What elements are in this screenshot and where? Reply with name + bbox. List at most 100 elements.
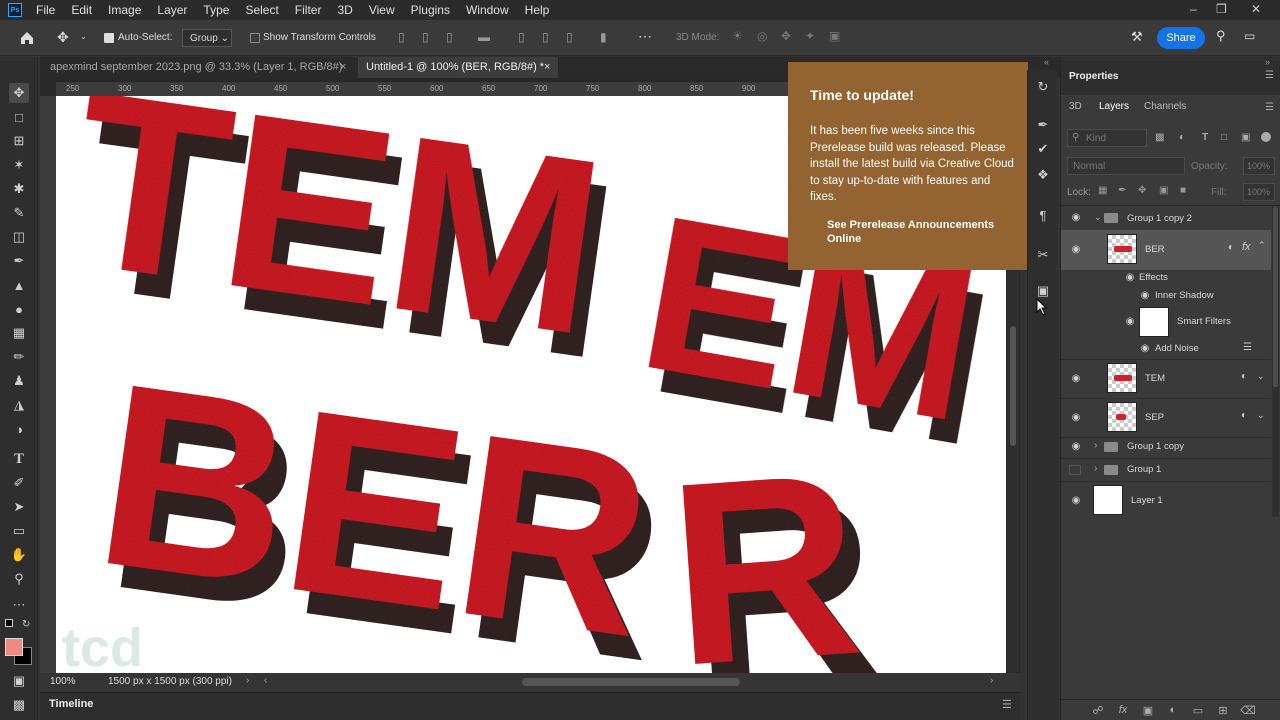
lock-transparent-icon[interactable]: ▦ (1098, 185, 1107, 196)
3d-scale-icon[interactable]: ▣ (829, 29, 840, 43)
tab-channels[interactable]: Channels (1144, 96, 1186, 118)
tab-apexmind[interactable]: apexmind september 2023.png @ 33.3% (Lay… (42, 57, 357, 78)
quick-mask-icon[interactable]: ▣ (9, 671, 29, 691)
adjust-icon[interactable]: ✔ (1034, 140, 1052, 158)
pen-tool-icon[interactable]: ✐ (9, 473, 29, 493)
align-right-icon[interactable]: ▯ (446, 30, 453, 44)
clone-source-icon[interactable]: ❖ (1034, 166, 1052, 184)
more-options-icon[interactable]: ⋯ (638, 28, 652, 45)
stamp-tool-icon[interactable]: ♟ (9, 371, 29, 391)
fx-icon[interactable]: fx (1116, 703, 1130, 717)
type-tool-icon[interactable]: T (9, 449, 29, 469)
workspace-icon[interactable]: ▭ (1244, 29, 1255, 43)
tab-layers[interactable]: Layers (1093, 96, 1135, 118)
more-tools-icon[interactable]: ⋯ (9, 595, 29, 615)
collapse-strip-icon[interactable]: « (1044, 57, 1049, 67)
distribute-icon[interactable]: ▬ (478, 30, 490, 44)
flask-icon[interactable]: ⚒ (1131, 29, 1143, 45)
chevron-down-icon[interactable]: ⌄ (1257, 371, 1265, 382)
align-bottom-icon[interactable]: ▯ (566, 30, 573, 44)
filter-adjustment-icon[interactable]: ◐ (1179, 132, 1185, 143)
chevron-down-icon[interactable]: ⌄ (80, 32, 87, 41)
auto-select-checkbox[interactable] (104, 33, 114, 43)
visibility-eye-icon[interactable]: ◉ (1069, 374, 1083, 384)
align-left-icon[interactable]: ▯ (398, 30, 405, 44)
rectangle-tool-icon[interactable]: ▭ (9, 521, 29, 541)
align-middle-icon[interactable]: ▯ (542, 30, 549, 44)
3d-orbit-icon[interactable]: ☀ (732, 29, 743, 43)
layer-group-1[interactable]: › Group 1 (1061, 459, 1271, 481)
blend-mode-select[interactable]: Normal (1067, 157, 1185, 175)
chevron-down-icon[interactable]: ⌄ (1094, 212, 1102, 223)
collapse-panel-icon[interactable]: » (1265, 57, 1270, 67)
eyedropper-icon[interactable]: ✒ (9, 251, 29, 271)
layer-group-1-copy-2[interactable]: ◉ ⌄ Group 1 copy 2 (1061, 207, 1271, 229)
home-icon[interactable] (19, 30, 35, 46)
filter-shape-icon[interactable]: □ (1221, 132, 1227, 143)
lasso-tool-icon[interactable]: ✶ (9, 155, 29, 175)
distribute-vertical-icon[interactable]: ▮ (600, 30, 607, 44)
lock-artboard-icon[interactable]: ▣ (1159, 185, 1168, 196)
layers-menu-icon[interactable]: ☰ (1265, 102, 1274, 113)
close-window-icon[interactable]: ✕ (1251, 2, 1261, 16)
eraser-tool-icon[interactable]: ◮ (9, 395, 29, 415)
chevron-right-icon[interactable]: › (1094, 440, 1097, 451)
menu-file[interactable]: File (28, 3, 63, 17)
layer-1[interactable]: ◉ Layer 1 (1061, 482, 1271, 520)
default-colors-icon[interactable] (5, 619, 13, 627)
quick-select-icon[interactable]: ✎ (9, 203, 29, 223)
move-tool-icon[interactable]: ✥ (57, 29, 69, 46)
path-select-icon[interactable]: ➤ (9, 497, 29, 517)
menu-select[interactable]: Select (237, 3, 286, 17)
properties-title[interactable]: Properties (1069, 66, 1118, 88)
scroll-right-icon[interactable]: › (990, 675, 993, 686)
3d-pan-icon[interactable]: ✥ (781, 29, 791, 43)
new-group-icon[interactable]: ▭ (1191, 703, 1205, 717)
visibility-eye-icon[interactable]: ◉ (1069, 413, 1083, 423)
filter-options-icon[interactable]: ☰ (1243, 342, 1252, 353)
align-center-icon[interactable]: ▯ (422, 30, 429, 44)
lock-position-icon[interactable]: ✥ (1138, 185, 1146, 196)
restore-icon[interactable]: ❐ (1216, 2, 1227, 16)
new-layer-icon[interactable]: ⊞ (1216, 703, 1230, 717)
transform-controls-checkbox[interactable] (250, 33, 260, 43)
opacity-input[interactable]: 100% (1243, 157, 1275, 175)
visibility-toggle-off[interactable] (1069, 465, 1081, 475)
align-top-icon[interactable]: ▯ (518, 30, 525, 44)
visibility-eye-icon[interactable]: ◉ (1069, 245, 1083, 255)
zoom-level[interactable]: 100% (50, 676, 76, 687)
minimize-icon[interactable]: – (1190, 2, 1197, 16)
scroll-left-icon[interactable]: ‹ (264, 675, 267, 686)
chevron-right-icon[interactable]: › (1094, 463, 1097, 474)
zoom-lens-icon[interactable]: ● (9, 299, 29, 319)
status-arrow-icon[interactable]: › (246, 675, 249, 686)
paragraph-icon[interactable]: ¶ (1034, 206, 1052, 224)
marquee-tool-icon[interactable]: □ (9, 107, 29, 127)
menu-image[interactable]: Image (100, 3, 149, 17)
tools-icon[interactable]: ✂ (1034, 246, 1052, 264)
visibility-eye-icon[interactable]: ◉ (1123, 317, 1137, 327)
filter-type-icon[interactable]: T (1202, 132, 1208, 143)
layers-scrollbar[interactable] (1272, 207, 1279, 517)
horizontal-scroll-thumb[interactable] (522, 678, 740, 686)
layer-smart-filters[interactable]: ◉ Smart Filters (1061, 305, 1271, 337)
gradient-tool-icon[interactable]: ◑ (9, 419, 29, 439)
lock-all-icon[interactable]: ■ (1180, 185, 1186, 196)
visibility-eye-icon[interactable]: ◉ (1069, 213, 1083, 223)
chevron-up-icon[interactable]: ⌃ (1258, 240, 1266, 251)
visibility-eye-icon[interactable]: ◉ (1069, 442, 1083, 452)
filter-pixel-icon[interactable]: ▩ (1155, 132, 1164, 143)
3d-roll-icon[interactable]: ◎ (757, 29, 767, 43)
paint-bucket-icon[interactable]: ▲ (9, 275, 29, 295)
tab-3d[interactable]: 3D (1069, 96, 1082, 118)
layer-effects[interactable]: ◉ Effects (1061, 269, 1271, 287)
adjustment-layer-icon[interactable]: ◐ (1166, 703, 1180, 717)
popup-link[interactable]: See Prerelease Announcements Online (827, 218, 1002, 246)
history-icon[interactable]: ↻ (1034, 78, 1052, 96)
panel-menu-icon[interactable]: ☰ (1265, 70, 1274, 81)
scroll-thumb[interactable] (1273, 207, 1278, 387)
layer-ber[interactable]: ◉ BER ◐ fx ⌃ (1061, 230, 1271, 270)
layer-tem[interactable]: ◉ TEM ◐ ⌄ (1061, 360, 1271, 398)
hand-tool-icon[interactable]: ✋ (9, 545, 29, 565)
filter-smart-icon[interactable]: ▣ (1241, 132, 1250, 143)
